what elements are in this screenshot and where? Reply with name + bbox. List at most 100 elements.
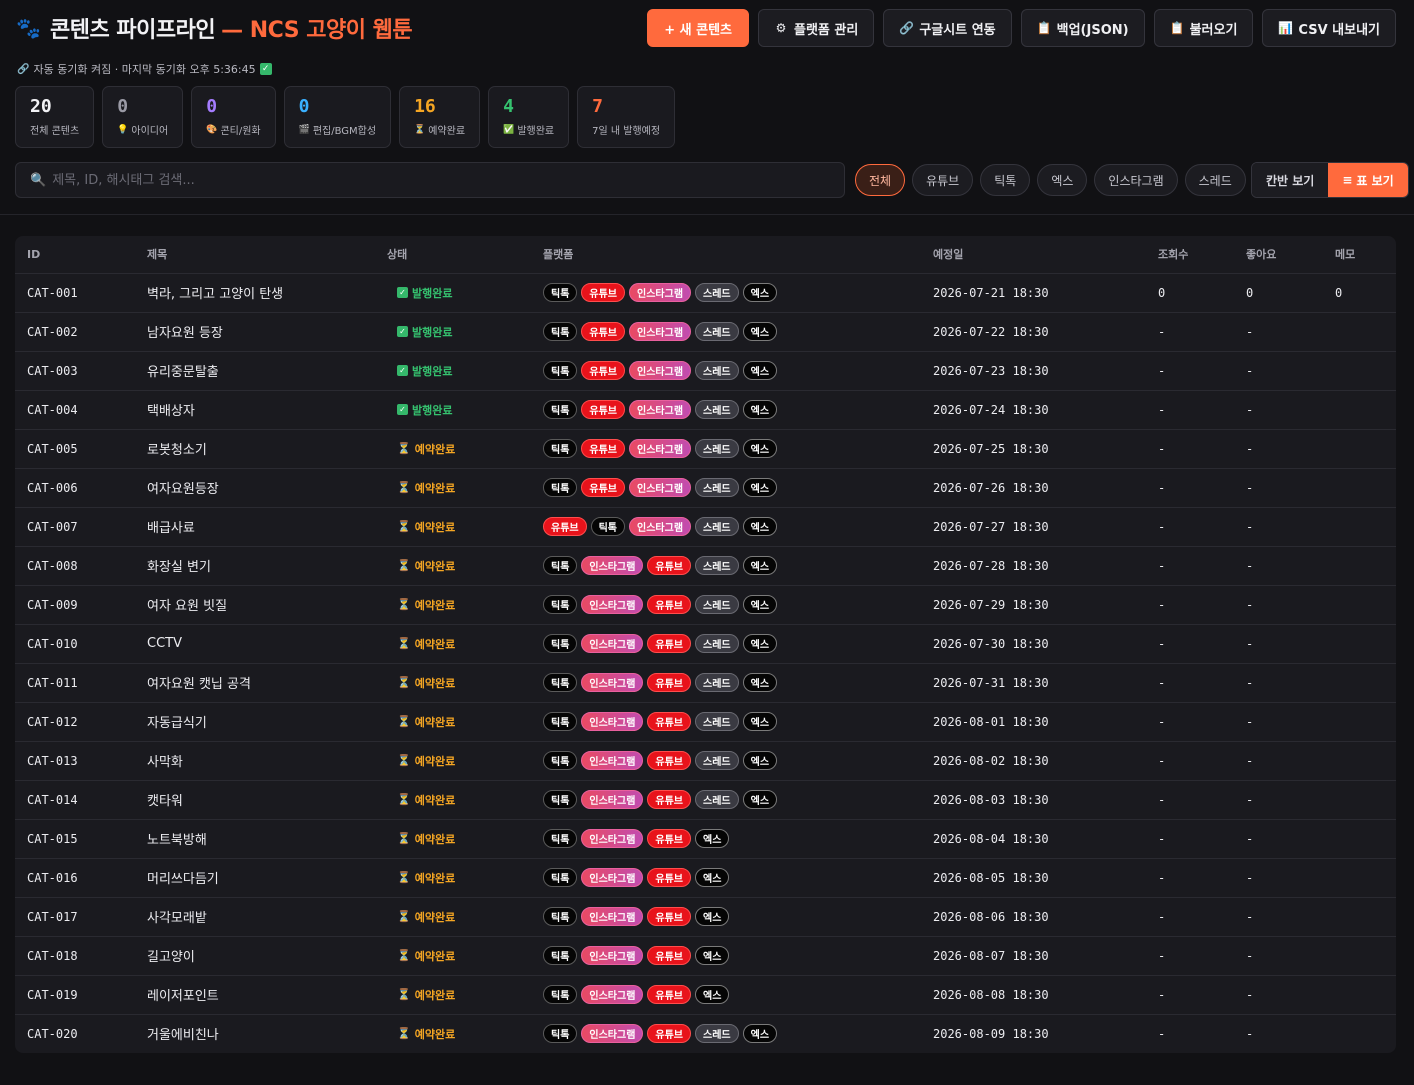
row-status-cell: ⏳ 예약완료 xyxy=(375,624,531,664)
column-header[interactable]: 상태 xyxy=(375,236,531,274)
column-header[interactable]: 메모 xyxy=(1323,236,1396,274)
stat-label-row: 🎬 편집/BGM합성 xyxy=(299,122,376,138)
row-memo[interactable] xyxy=(1323,1014,1396,1053)
platform-pill-x: 엑스 xyxy=(742,1024,778,1044)
platform-pill-instagram: 인스타그램 xyxy=(629,439,692,458)
row-memo[interactable] xyxy=(1323,429,1396,469)
row-status-cell: ⏳ 예약완료 xyxy=(375,819,531,859)
row-date: 2026-08-03 18:30 xyxy=(921,780,1146,820)
row-memo[interactable] xyxy=(1323,780,1396,820)
platform-pill-threads: 스레드 xyxy=(695,712,739,731)
table-view-button[interactable]: ≡ 표 보기 xyxy=(1328,163,1408,197)
column-header[interactable]: 좋아요 xyxy=(1234,236,1323,274)
table-row[interactable]: CAT-009 여자 요원 빗질 ⏳ 예약완료 틱톡 인스타그램 유튜브 스레드 엑스 2026-… xyxy=(15,585,1396,625)
row-memo[interactable] xyxy=(1323,546,1396,586)
row-memo[interactable] xyxy=(1323,819,1396,859)
table-row[interactable]: CAT-013 사막화 ⏳ 예약완료 틱톡 인스타그램 유튜브 스레드 엑스 2026-08-02… xyxy=(15,741,1396,781)
table-row[interactable]: CAT-005 로봇청소기 ⏳ 예약완료 틱톡 유튜브 인스타그램 스레드 엑스 2026-07-… xyxy=(15,429,1396,469)
search-icon: 🔍 xyxy=(30,172,47,188)
hourglass-icon: ⏳ xyxy=(397,832,411,845)
csv-export-button[interactable]: 📊 CSV 내보내기 xyxy=(1262,9,1396,47)
row-title: CCTV xyxy=(135,624,375,664)
platform-pill-tiktok: 틱톡 xyxy=(590,517,626,536)
row-memo[interactable] xyxy=(1323,741,1396,781)
row-platforms-cell: 틱톡 인스타그램 유튜브 스레드 엑스 xyxy=(531,624,921,664)
filter-chip[interactable]: 스레드 xyxy=(1184,164,1246,196)
filter-chip[interactable]: 유튜브 xyxy=(912,164,974,196)
row-memo[interactable] xyxy=(1323,624,1396,664)
row-memo[interactable] xyxy=(1323,897,1396,937)
table-row[interactable]: CAT-016 머리쓰다듬기 ⏳ 예약완료 틱톡 인스타그램 유튜브 엑스 2026-08-05… xyxy=(15,858,1396,898)
table-row[interactable]: CAT-008 화장실 변기 ⏳ 예약완료 틱톡 인스타그램 유튜브 스레드 엑스 2026-07… xyxy=(15,546,1396,586)
table-row[interactable]: CAT-020 거울에비친나 ⏳ 예약완료 틱톡 인스타그램 유튜브 스레드 엑스 2026-08… xyxy=(15,1014,1396,1053)
row-memo[interactable] xyxy=(1323,702,1396,742)
load-button[interactable]: 📋 불러오기 xyxy=(1153,9,1254,47)
row-memo[interactable] xyxy=(1323,507,1396,547)
row-memo[interactable] xyxy=(1323,312,1396,352)
row-memo[interactable] xyxy=(1323,663,1396,703)
row-memo[interactable] xyxy=(1323,858,1396,898)
row-date: 2026-07-29 18:30 xyxy=(921,585,1146,625)
row-platforms-cell: 틱톡 인스타그램 유튜브 스레드 엑스 xyxy=(531,585,921,625)
filter-chip[interactable]: 인스타그램 xyxy=(1094,164,1178,196)
filter-chip[interactable]: 틱톡 xyxy=(980,164,1031,196)
column-header[interactable]: 예정일 xyxy=(921,236,1146,274)
row-memo[interactable] xyxy=(1323,936,1396,976)
row-id: CAT-013 xyxy=(15,741,135,781)
platform-manage-button[interactable]: ⚙ 플랫폼 관리 xyxy=(758,9,875,47)
kanban-view-button[interactable]: 칸반 보기 xyxy=(1252,163,1329,197)
row-memo[interactable] xyxy=(1323,975,1396,1015)
row-views: - xyxy=(1146,429,1234,469)
stat-icon: ⏳ xyxy=(414,124,426,135)
row-memo[interactable] xyxy=(1323,468,1396,508)
new-content-button[interactable]: + 새 콘텐츠 xyxy=(647,9,750,47)
backup-json-button[interactable]: 📋 백업(JSON) xyxy=(1020,9,1145,47)
row-views: - xyxy=(1158,1026,1166,1041)
table-row[interactable]: CAT-004 택배상자 ✓ 발행완료 틱톡 유튜브 인스타그램 스레드 엑스 2026-07-2… xyxy=(15,390,1396,430)
table-row[interactable]: CAT-012 자동급식기 ⏳ 예약완료 틱톡 인스타그램 유튜브 스레드 엑스 2026-08-… xyxy=(15,702,1396,742)
search-box[interactable]: 🔍 xyxy=(15,162,845,198)
status-badge: ✓ 발행완료 xyxy=(397,363,452,379)
platform-pill-x: 엑스 xyxy=(695,985,730,1004)
platform-pill-youtube: 유튜브 xyxy=(647,946,692,965)
row-status-cell: ⏳ 예약완료 xyxy=(375,546,531,586)
column-header[interactable]: 제목 xyxy=(135,236,375,274)
row-views: - xyxy=(1146,312,1234,352)
table-row[interactable]: CAT-003 유리중문탈출 ✓ 발행완료 틱톡 유튜브 인스타그램 스레드 엑스 2026-07… xyxy=(15,351,1396,391)
filter-chip[interactable]: 전체 xyxy=(855,164,906,196)
row-memo[interactable] xyxy=(1323,585,1396,625)
table-row[interactable]: CAT-006 여자요원등장 ⏳ 예약완료 틱톡 유튜브 인스타그램 스레드 엑스 2026-07… xyxy=(15,468,1396,508)
column-header[interactable]: ID xyxy=(15,236,135,274)
status-label: 예약완료 xyxy=(414,715,456,729)
table-row[interactable]: CAT-019 레이저포인트 ⏳ 예약완료 틱톡 인스타그램 유튜브 엑스 2026-08-08… xyxy=(15,975,1396,1015)
row-date: 2026-07-28 18:30 xyxy=(921,546,1146,586)
column-header[interactable]: 플랫폼 xyxy=(531,236,921,274)
google-sheet-sync-button[interactable]: 🔗 구글시트 연동 xyxy=(883,9,1012,47)
platform-pill-youtube: 유튜브 xyxy=(647,556,692,575)
table-row[interactable]: CAT-018 길고양이 ⏳ 예약완료 틱톡 인스타그램 유튜브 엑스 2026-08-07 1… xyxy=(15,936,1396,976)
row-memo[interactable]: 0 xyxy=(1323,273,1396,313)
table-row[interactable]: CAT-015 노트북방해 ⏳ 예약완료 틱톡 인스타그램 유튜브 엑스 2026-08-04 … xyxy=(15,819,1396,859)
search-input[interactable] xyxy=(52,172,813,188)
filter-chip[interactable]: 엑스 xyxy=(1037,164,1088,196)
table-row[interactable]: CAT-017 사각모래밭 ⏳ 예약완료 틱톡 인스타그램 유튜브 엑스 2026-08-06 … xyxy=(15,897,1396,937)
row-date: 2026-07-21 18:30 xyxy=(921,273,1146,313)
table-row[interactable]: CAT-010 CCTV ⏳ 예약완료 틱톡 인스타그램 유튜브 스레드 엑스 2026-07-3… xyxy=(15,624,1396,664)
check-icon: ✓ xyxy=(397,365,408,377)
row-memo[interactable] xyxy=(1323,351,1396,391)
row-date: 2026-07-27 18:30 xyxy=(921,507,1146,547)
status-label: 예약완료 xyxy=(414,637,456,651)
row-likes: - xyxy=(1234,624,1323,664)
table-row[interactable]: CAT-007 배급사료 ⏳ 예약완료 유튜브 틱톡 인스타그램 스레드 엑스 2026-07-2… xyxy=(15,507,1396,547)
stat-label-row: 🎨 콘티/원화 xyxy=(206,122,260,138)
table-row[interactable]: CAT-002 남자요원 등장 ✓ 발행완료 틱톡 유튜브 인스타그램 스레드 엑스 2026-0… xyxy=(15,312,1396,352)
row-views: - xyxy=(1146,546,1234,586)
row-likes: - xyxy=(1234,975,1323,1015)
row-memo[interactable] xyxy=(1323,390,1396,430)
table-row[interactable]: CAT-014 캣타워 ⏳ 예약완료 틱톡 인스타그램 유튜브 스레드 엑스 2026-08-03… xyxy=(15,780,1396,820)
stat-icon: 💡 xyxy=(117,124,129,135)
table-row[interactable]: CAT-001 벽라, 그리고 고양이 탄생 ✓ 발행완료 틱톡 유튜브 인스타그램 스레드 엑… xyxy=(15,273,1396,313)
table-row[interactable]: CAT-011 여자요원 캣닙 공격 ⏳ 예약완료 틱톡 인스타그램 유튜브 스레드 엑스 202… xyxy=(15,663,1396,703)
column-header[interactable]: 조회수 xyxy=(1146,236,1234,274)
row-id: CAT-018 xyxy=(15,936,135,976)
